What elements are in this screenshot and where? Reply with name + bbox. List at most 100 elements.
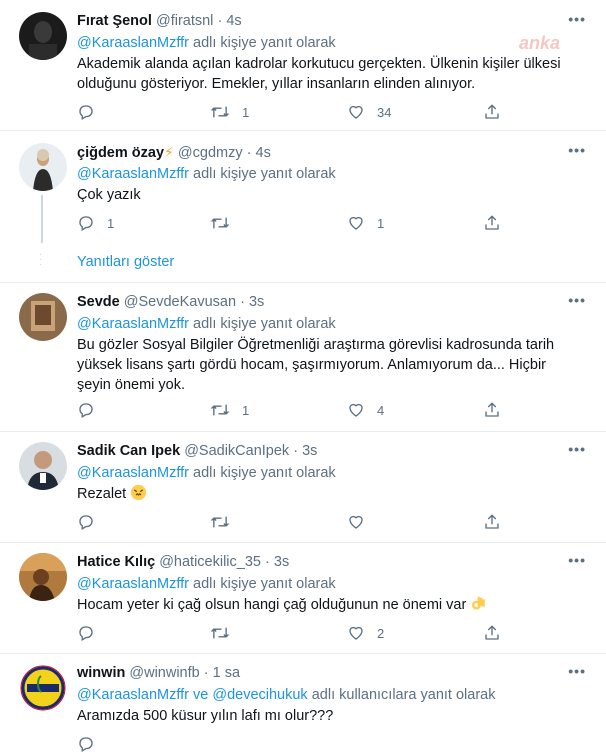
share-button[interactable] bbox=[483, 214, 501, 232]
reply-label: adlı kişiye yanıt olarak bbox=[193, 166, 336, 182]
action-bar: 1 34 bbox=[77, 103, 517, 123]
share-button[interactable] bbox=[483, 401, 501, 419]
more-icon[interactable]: ••• bbox=[568, 442, 586, 456]
reply-button[interactable] bbox=[77, 624, 107, 642]
thread-line bbox=[41, 195, 43, 243]
reply-button[interactable] bbox=[77, 513, 107, 531]
timestamp[interactable]: 3s bbox=[302, 443, 317, 459]
author-handle[interactable]: @cgdmzy bbox=[178, 145, 243, 161]
mention-link[interactable]: @KaraaslanMzffr bbox=[77, 35, 189, 51]
avatar[interactable] bbox=[19, 664, 67, 712]
more-icon[interactable]: ••• bbox=[568, 553, 586, 567]
heart-icon bbox=[349, 515, 363, 529]
like-count: 4 bbox=[377, 402, 385, 418]
like-button[interactable]: 34 bbox=[347, 103, 391, 121]
retweet-icon bbox=[211, 516, 229, 528]
heart-icon bbox=[349, 403, 363, 417]
retweet-button[interactable]: 1 bbox=[210, 401, 249, 419]
show-replies-link[interactable]: Yanıtları göster bbox=[77, 254, 174, 270]
tweet-line: Hocam yeter ki çağ olsun hangi çağ olduğ… bbox=[77, 595, 587, 615]
reply-label: adlı kişiye yanıt olarak bbox=[193, 576, 336, 592]
reply-icon bbox=[79, 105, 93, 120]
retweet-count: 1 bbox=[242, 402, 250, 418]
retweet-button[interactable] bbox=[210, 214, 242, 232]
like-button[interactable]: 2 bbox=[347, 624, 384, 642]
author-handle[interactable]: @firatsnl bbox=[156, 13, 213, 29]
share-button[interactable] bbox=[483, 103, 501, 121]
separator: · bbox=[217, 13, 223, 29]
tweet-line: olduğunu gösteriyor. Emekler, yıllar ins… bbox=[77, 76, 476, 92]
avatar[interactable] bbox=[19, 553, 67, 601]
reply-context: @KaraaslanMzffr adlı kişiye yanıt olarak bbox=[77, 315, 336, 333]
reply-button[interactable] bbox=[77, 103, 107, 121]
share-button[interactable] bbox=[483, 624, 501, 642]
like-button[interactable] bbox=[347, 513, 377, 531]
timestamp[interactable]: 4s bbox=[226, 13, 241, 29]
heart-icon bbox=[349, 216, 363, 230]
author-handle[interactable]: @haticekilic_35 bbox=[159, 554, 261, 570]
reply-icon bbox=[79, 515, 93, 530]
like-button[interactable]: 1 bbox=[347, 214, 384, 232]
avatar[interactable] bbox=[19, 12, 67, 60]
retweet-icon bbox=[211, 217, 229, 229]
avatar[interactable] bbox=[19, 143, 67, 191]
reply-label: adlı kişiye yanıt olarak bbox=[193, 316, 336, 332]
retweet-button[interactable]: 1 bbox=[210, 103, 249, 121]
share-button[interactable] bbox=[483, 513, 501, 531]
tweet-text: Bu gözler Sosyal Bilgiler Öğretmenliği a… bbox=[77, 335, 587, 395]
watermark-logo: anka bbox=[519, 33, 561, 53]
author-name[interactable]: Fırat Şenol bbox=[77, 13, 152, 29]
share-icon bbox=[485, 104, 499, 119]
like-button[interactable]: 4 bbox=[347, 401, 384, 419]
reply-context: @KaraaslanMzffr adlı kişiye yanıt olarak bbox=[77, 464, 336, 482]
author-name[interactable]: çiğdem özay bbox=[77, 145, 164, 161]
more-icon[interactable]: ••• bbox=[568, 293, 586, 307]
tweet-line: şeyin önemi yok. bbox=[77, 377, 185, 393]
tweet-header: Hatice Kılıç @haticekilic_35 · 3s bbox=[77, 553, 289, 571]
mention-link[interactable]: @KaraaslanMzffr bbox=[77, 576, 189, 592]
reply-icon bbox=[79, 403, 93, 418]
retweet-button[interactable] bbox=[210, 624, 242, 642]
reply-button[interactable]: 1 bbox=[77, 214, 114, 232]
separator: · bbox=[240, 294, 245, 310]
avatar[interactable] bbox=[19, 442, 67, 490]
reply-joiner: ve bbox=[193, 687, 209, 703]
timestamp[interactable]: 1 sa bbox=[213, 665, 240, 681]
author-handle[interactable]: @SadikCanIpek bbox=[184, 443, 289, 459]
timestamp[interactable]: 3s bbox=[249, 294, 264, 310]
more-icon[interactable]: ••• bbox=[568, 143, 586, 157]
tweet-line: Akademik alanda açılan kadrolar korkutuc… bbox=[77, 56, 561, 72]
like-count: 1 bbox=[377, 215, 385, 231]
retweet-icon bbox=[211, 627, 229, 639]
mention-link[interactable]: @KaraaslanMzffr bbox=[77, 166, 189, 182]
retweet-icon bbox=[211, 106, 229, 118]
author-name[interactable]: Sadik Can Ipek bbox=[77, 443, 180, 459]
author-name[interactable]: Hatice Kılıç bbox=[77, 554, 155, 570]
mention-link[interactable]: @KaraaslanMzffr bbox=[77, 687, 189, 703]
author-name[interactable]: winwin bbox=[77, 665, 125, 681]
mention-link[interactable]: @devecihukuk bbox=[212, 687, 307, 703]
tweet-line-text: Rezalet bbox=[77, 486, 127, 502]
retweet-button[interactable] bbox=[210, 513, 242, 531]
more-icon[interactable]: ••• bbox=[568, 664, 586, 678]
reply-label: adlı kişiye yanıt olarak bbox=[193, 465, 336, 481]
heart-icon bbox=[349, 626, 363, 640]
divider bbox=[0, 130, 606, 131]
timestamp[interactable]: 4s bbox=[256, 145, 271, 161]
author-handle[interactable]: @SevdeKavusan bbox=[124, 294, 236, 310]
tweet-header: Fırat Şenol @firatsnl · 4s bbox=[77, 12, 242, 30]
timestamp[interactable]: 3s bbox=[274, 554, 289, 570]
more-icon[interactable]: ••• bbox=[568, 12, 586, 26]
action-bar bbox=[77, 513, 517, 533]
reply-button[interactable] bbox=[77, 401, 107, 419]
avatar[interactable] bbox=[19, 293, 67, 341]
tweet-line-text: Hocam yeter ki çağ olsun hangi çağ olduğ… bbox=[77, 597, 467, 613]
mention-link[interactable]: @KaraaslanMzffr bbox=[77, 465, 189, 481]
retweet-icon bbox=[211, 404, 229, 416]
retweet-count: 1 bbox=[242, 104, 250, 120]
share-icon bbox=[485, 514, 499, 529]
author-handle[interactable]: @winwinfb bbox=[129, 665, 199, 681]
tweet-line: Rezalet bbox=[77, 484, 587, 504]
mention-link[interactable]: @KaraaslanMzffr bbox=[77, 316, 189, 332]
author-name[interactable]: Sevde bbox=[77, 294, 120, 310]
